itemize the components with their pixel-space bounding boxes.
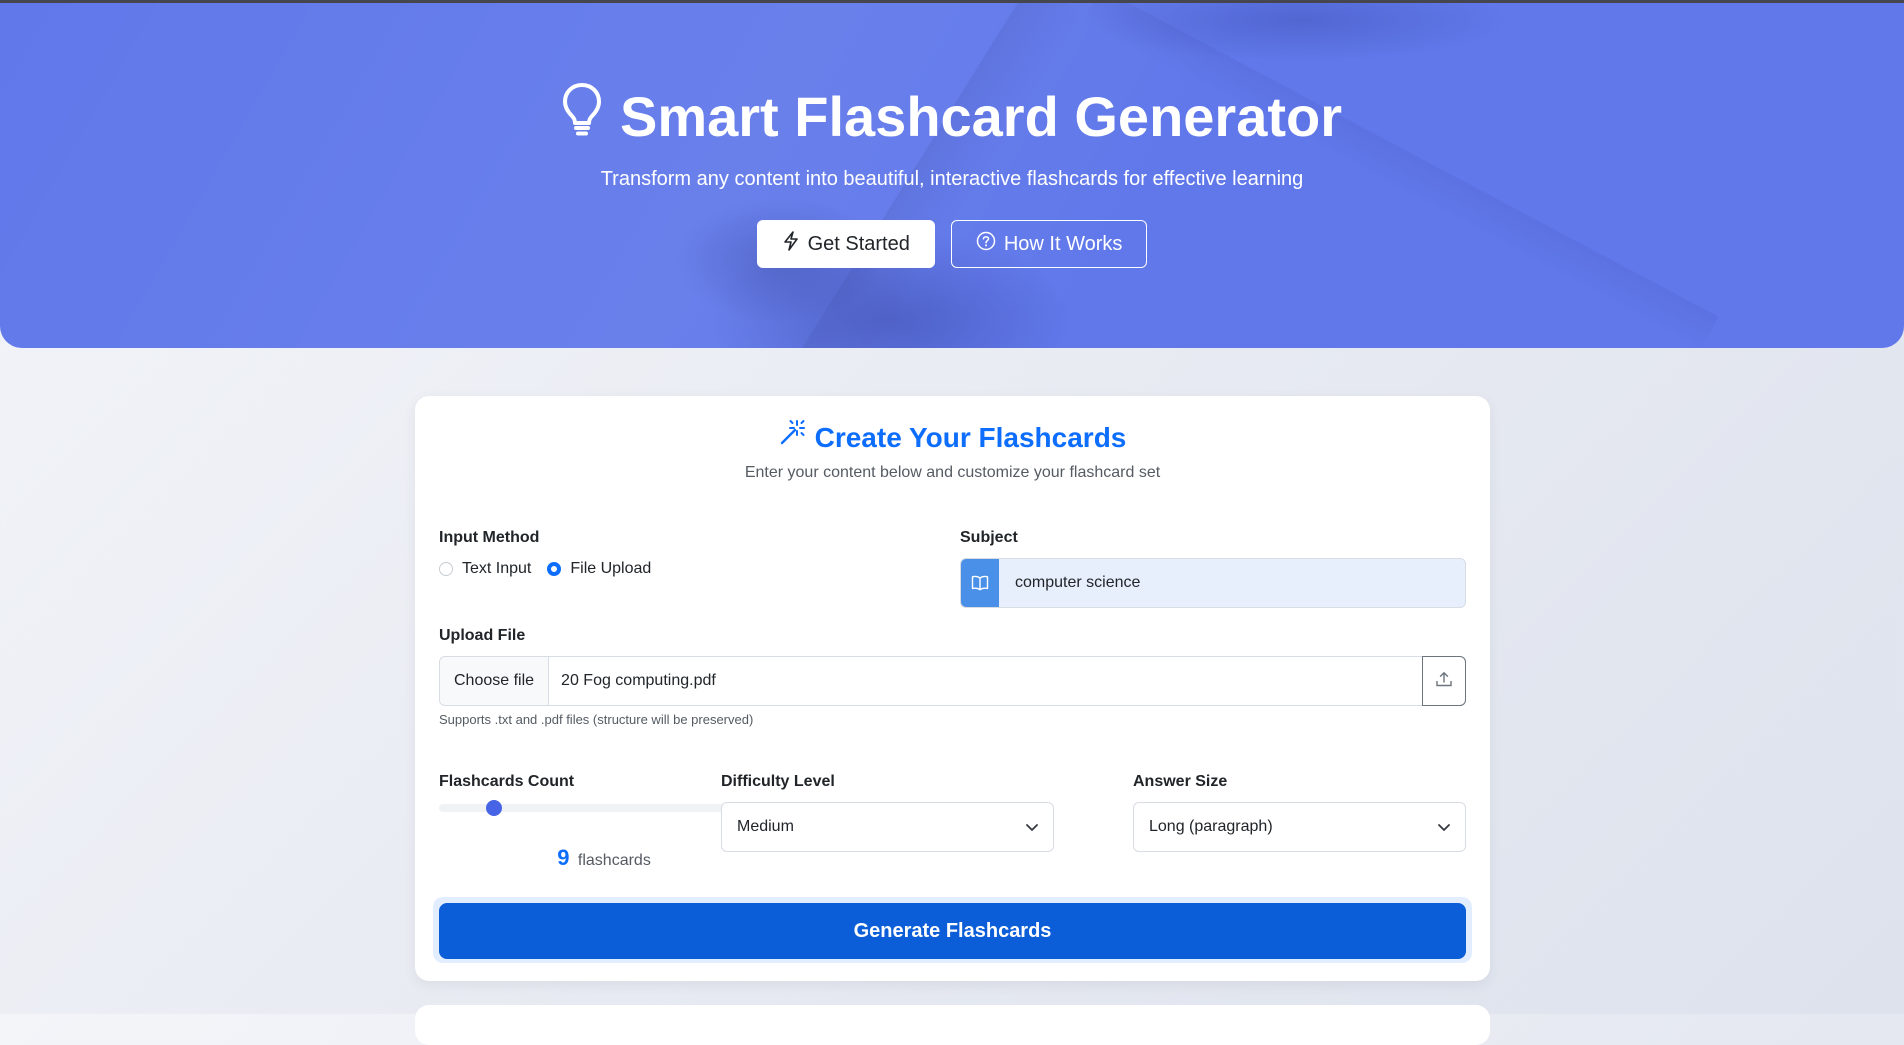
hero-subtitle: Transform any content into beautiful, in… bbox=[600, 168, 1304, 190]
answer-size-label: Answer Size bbox=[1133, 773, 1228, 790]
radio-text-input[interactable] bbox=[439, 562, 453, 576]
hero-banner: Smart Flashcard Generator Transform any … bbox=[0, 0, 1904, 348]
form-title-row: Create Your Flashcards bbox=[415, 418, 1490, 460]
how-it-works-label: How It Works bbox=[1003, 232, 1123, 255]
form-subtitle: Enter your content below and customize y… bbox=[744, 464, 1161, 481]
slider-thumb[interactable] bbox=[486, 800, 502, 816]
answer-size-value: Long (paragraph) bbox=[1149, 818, 1273, 835]
subject-input[interactable]: computer science bbox=[999, 559, 1465, 607]
how-it-works-button[interactable]: How It Works bbox=[950, 220, 1148, 268]
difficulty-select[interactable]: Medium bbox=[721, 802, 1054, 852]
difficulty-label: Difficulty Level bbox=[721, 773, 835, 790]
generate-flashcards-button[interactable]: Generate Flashcards bbox=[439, 903, 1466, 959]
answer-size-select[interactable]: Long (paragraph) bbox=[1133, 802, 1466, 852]
lightning-icon bbox=[782, 231, 800, 257]
hero-title-row: Smart Flashcard Generator bbox=[0, 82, 1904, 156]
hero-buttons: Get Started How It Works bbox=[0, 220, 1904, 268]
upload-hint: Supports .txt and .pdf files (structure … bbox=[439, 712, 754, 727]
upload-file-label: Upload File bbox=[439, 627, 526, 644]
chevron-down-icon bbox=[1437, 820, 1451, 839]
next-section-card bbox=[415, 1005, 1490, 1045]
flashcard-form-card: Create Your Flashcards Enter your conten… bbox=[415, 396, 1490, 981]
upload-icon bbox=[1435, 670, 1453, 693]
flashcards-count-display: 9 flashcards bbox=[439, 845, 769, 871]
radio-text-input-label[interactable]: Text Input bbox=[462, 560, 531, 578]
selected-file-name[interactable]: 20 Fog computing.pdf bbox=[549, 657, 1422, 705]
subject-label: Subject bbox=[960, 529, 1018, 546]
file-input: Choose file 20 Fog computing.pdf bbox=[439, 656, 1466, 706]
question-circle-icon bbox=[976, 231, 996, 257]
input-method-label: Input Method bbox=[439, 529, 540, 546]
flashcards-count-unit: flashcards bbox=[577, 852, 651, 869]
get-started-button[interactable]: Get Started bbox=[756, 220, 935, 268]
page-title: Smart Flashcard Generator bbox=[619, 85, 1343, 148]
radio-file-upload-label[interactable]: File Upload bbox=[570, 560, 651, 578]
flashcards-count-value: 9 bbox=[557, 845, 570, 870]
subject-field: computer science bbox=[960, 558, 1466, 608]
choose-file-button[interactable]: Choose file bbox=[440, 657, 550, 705]
lightbulb-icon bbox=[562, 82, 602, 152]
chevron-down-icon bbox=[1025, 820, 1039, 839]
book-icon bbox=[961, 559, 999, 607]
radio-file-upload[interactable] bbox=[547, 562, 562, 576]
get-started-label: Get Started bbox=[807, 232, 910, 255]
upload-button[interactable] bbox=[1422, 656, 1466, 706]
flashcards-count-label: Flashcards Count bbox=[439, 773, 575, 790]
form-title: Create Your Flashcards bbox=[814, 422, 1127, 453]
difficulty-value: Medium bbox=[737, 818, 794, 835]
flashcards-count-slider[interactable] bbox=[439, 800, 769, 816]
top-border bbox=[0, 0, 1904, 3]
magic-wand-icon bbox=[779, 417, 807, 457]
input-method-options: Text Input File Upload bbox=[439, 560, 651, 578]
